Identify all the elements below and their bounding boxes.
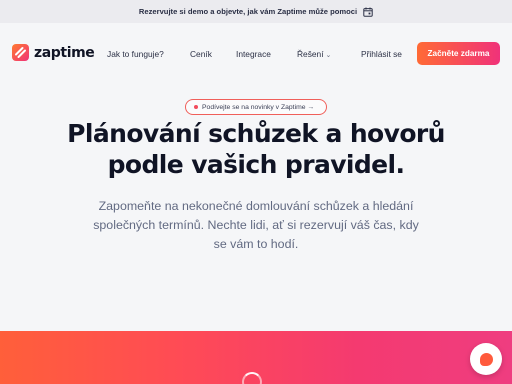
start-free-button[interactable]: Začněte zdarma — [417, 42, 500, 65]
brand-name: zaptime — [34, 44, 95, 61]
announcement-text[interactable]: Rezervujte si demo a objevte, jak vám Za… — [139, 7, 357, 16]
news-pill-text: Podívejte se na novinky v Zaptime → — [202, 103, 315, 111]
chat-widget-button[interactable] — [470, 343, 502, 375]
news-pill-link[interactable]: Podívejte se na novinky v Zaptime → — [185, 99, 327, 115]
nav-item-how-it-works[interactable]: Jak to funguje? — [107, 49, 164, 59]
nav-item-pricing[interactable]: Ceník — [190, 49, 212, 59]
zaptime-logo-icon — [12, 44, 29, 61]
login-link[interactable]: Přihlásit se — [361, 49, 402, 59]
nav-item-solutions-label: Řešení — [297, 49, 324, 59]
news-dot-icon — [194, 105, 198, 109]
calendar-icon — [363, 7, 373, 17]
hero-headline: Plánování schůzek a hovorů podle vašich … — [0, 118, 512, 180]
chat-icon — [479, 352, 493, 366]
nav-item-solutions[interactable]: Řešení ⌄ — [297, 49, 331, 59]
hero-headline-line2: podle vašich pravidel. — [107, 150, 405, 179]
nav-item-integrations[interactable]: Integrace — [236, 49, 271, 59]
brand-logo[interactable]: zaptime — [12, 44, 95, 61]
hero-subtitle: Zapomeňte na nekonečné domlouvání schůze… — [93, 199, 419, 251]
hero-headline-line1: Plánování schůzek a hovorů — [67, 119, 445, 148]
chevron-down-icon: ⌄ — [325, 52, 332, 59]
announcement-bar[interactable]: Rezervujte si demo a objevte, jak vám Za… — [0, 0, 512, 23]
